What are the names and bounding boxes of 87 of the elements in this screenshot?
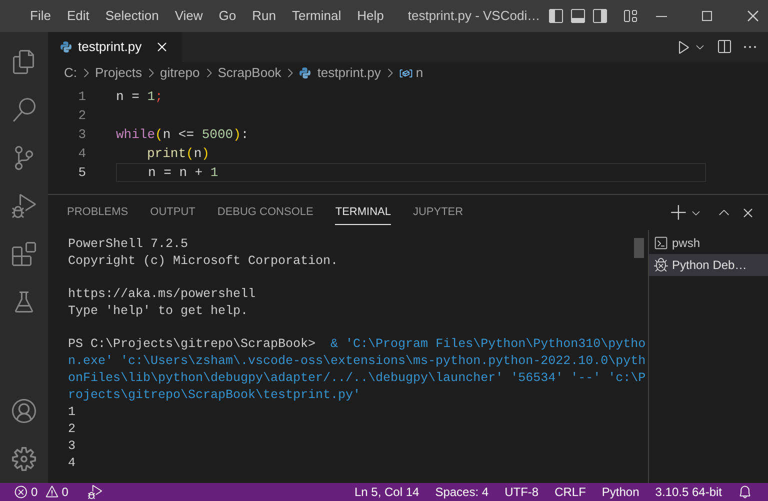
toggle-panel-icon[interactable]	[570, 8, 586, 24]
line-number: 2	[77, 106, 87, 125]
run-debug-icon[interactable]	[12, 194, 36, 218]
python-file-icon	[60, 41, 72, 53]
breadcrumb-item[interactable]: ScrapBook	[218, 63, 282, 83]
menu-item[interactable]: File	[22, 6, 59, 26]
terminal-line: 3	[68, 438, 76, 455]
code-token: 1	[147, 88, 156, 106]
breadcrumb-item[interactable]: testprint.py	[317, 63, 381, 83]
status-item[interactable]: CRLF	[546, 483, 594, 501]
terminal-line: 2	[68, 421, 76, 438]
code-token: (	[155, 126, 163, 144]
menu-item[interactable]: Run	[244, 6, 284, 26]
terminal-list-item[interactable]: Python Deb…	[649, 254, 768, 276]
menu-item[interactable]: Selection	[97, 6, 167, 26]
terminal-line: https://aka.ms/powershell	[68, 286, 256, 303]
code-token: print	[147, 144, 186, 163]
line-number: 3	[77, 126, 87, 144]
code-token: n =	[116, 88, 140, 106]
breadcrumb-item[interactable]: n	[416, 63, 424, 83]
bug-icon	[654, 258, 668, 272]
toggle-sidebar-icon[interactable]	[548, 8, 564, 24]
settings-icon[interactable]	[12, 447, 36, 471]
run-icon[interactable]	[676, 39, 692, 55]
status-item[interactable]: 3.10.5 64-bit	[647, 483, 730, 501]
split-editor-icon[interactable]	[716, 39, 732, 55]
notifications-icon[interactable]	[738, 485, 752, 499]
terminal-line: rojects\gitrepo\ScrapBook\testprint.py'	[68, 387, 361, 404]
terminal-line: Type 'help' to get help.	[68, 303, 248, 320]
menu-item[interactable]: Help	[349, 6, 392, 26]
code-token: n = n +	[148, 164, 204, 182]
panel-tab[interactable]: OUTPUT	[150, 200, 196, 226]
code-token: n <=	[162, 126, 196, 144]
terminal-line: onFiles\lib\python\debugpy\adapter/../..\debugpy\launcher' '56534' '--' 'c:\P	[68, 370, 646, 387]
code-token: :	[240, 126, 249, 144]
debug-icon[interactable]	[88, 485, 102, 499]
menu-item[interactable]: Edit	[58, 6, 98, 26]
problems-status[interactable]: 0 0	[8, 483, 74, 501]
account-icon[interactable]	[12, 399, 36, 423]
code-token: while	[116, 126, 156, 144]
terminal-line: 4	[68, 455, 76, 472]
terminal-line: n.exe' 'c:\Users\zsham\.vscode-oss\extensions\ms-python.python-2022.10.0\pyth	[68, 353, 646, 370]
source-control-icon[interactable]	[12, 146, 36, 170]
search-icon[interactable]	[12, 98, 36, 122]
panel-tab[interactable]: TERMINAL	[335, 200, 391, 226]
terminal-icon	[654, 236, 668, 250]
menu-item[interactable]: Go	[210, 6, 244, 26]
terminal-line: PS C:\Projects\gitrepo\ScrapBook> & 'C:\Program Files\Python\Python310\pytho	[68, 336, 647, 353]
line-number: 1	[77, 88, 87, 106]
new-terminal-icon[interactable]	[670, 204, 688, 222]
menu-item[interactable]: Terminal	[284, 6, 350, 26]
status-item[interactable]: Ln 5, Col 14	[346, 483, 428, 501]
close-icon[interactable]	[745, 8, 762, 24]
terminal-line: PowerShell 7.2.5	[68, 236, 188, 253]
code-token: ;	[155, 88, 163, 106]
status-item[interactable]: Spaces: 4	[427, 483, 497, 501]
panel-tab[interactable]: PROBLEMS	[67, 200, 128, 226]
breadcrumb-item[interactable]: Projects	[95, 63, 142, 83]
code-token: (	[186, 144, 194, 163]
customize-layout-icon[interactable]	[622, 8, 638, 24]
status-item[interactable]: Python	[594, 483, 648, 501]
code-token: 1	[210, 164, 218, 182]
panel-tab[interactable]: DEBUG CONSOLE	[217, 200, 314, 226]
python-file-icon	[299, 67, 312, 79]
status-item[interactable]: UTF-8	[496, 483, 547, 501]
terminal-line: 1	[68, 404, 76, 421]
warning-icon	[44, 485, 59, 499]
flask-icon[interactable]	[12, 290, 36, 314]
files-icon[interactable]	[12, 50, 36, 74]
panel-tab[interactable]: JUPYTER	[412, 200, 464, 226]
line-number: 5	[77, 164, 87, 182]
code-token: )	[202, 144, 210, 163]
terminal-list-item[interactable]: pwsh	[649, 232, 768, 254]
terminal-line: Copyright (c) Microsoft Corporation.	[68, 253, 338, 270]
error-icon	[14, 485, 28, 499]
line-number: 4	[77, 144, 87, 163]
breadcrumb-item[interactable]: gitrepo	[160, 63, 200, 83]
scrollbar-thumb[interactable]	[634, 238, 644, 258]
extensions-icon[interactable]	[12, 242, 36, 266]
code-token: 5000	[202, 126, 234, 144]
menu-item[interactable]: View	[166, 6, 211, 26]
code-token: )	[233, 126, 241, 144]
code-token: n	[194, 144, 202, 163]
window-title: testprint.py - VSCodi…	[408, 7, 540, 26]
toggle-secondary-sidebar-icon[interactable]	[592, 8, 608, 24]
editor-tab[interactable]: testprint.py	[48, 32, 182, 62]
breadcrumb-item[interactable]: C:	[64, 63, 77, 83]
